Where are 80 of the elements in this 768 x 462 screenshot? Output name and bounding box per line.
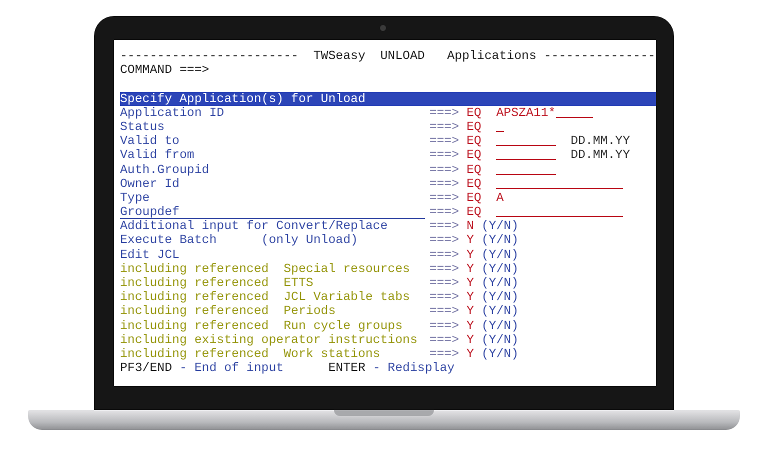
format-hint: (Y/N) — [481, 219, 519, 234]
section-title-bar: Specify Application(s) for Unload — [120, 92, 656, 106]
format-hint: (Y/N) — [481, 290, 519, 304]
prompt-arrow: ===> — [429, 205, 460, 220]
prompt-arrow: ===> — [429, 248, 460, 262]
field-label: Valid to — [120, 134, 180, 148]
prompt-arrow: ===> — [429, 318, 460, 333]
function-key: ENTER — [328, 361, 366, 376]
option-label: including referenced Special resources — [120, 262, 411, 276]
operator-text: EQ — [466, 190, 482, 206]
option-value[interactable]: Y — [466, 262, 474, 276]
option-value[interactable]: Y — [466, 290, 474, 304]
function-title: UNLOAD — [380, 49, 425, 64]
operator-text: EQ — [466, 120, 482, 134]
option-label: including referenced JCL Variable tabs — [120, 290, 411, 304]
option-label: including referenced Run cycle groups — [120, 318, 404, 333]
option-label: Execute Batch (only Unload) — [120, 233, 359, 248]
field-label: Status — [120, 120, 166, 134]
prompt-arrow: ===> — [429, 233, 460, 248]
field-label: Auth.Groupid — [120, 162, 210, 177]
format-hint: (Y/N) — [481, 318, 519, 333]
operator-text: EQ — [466, 162, 482, 177]
function-key-action: - Redisplay — [372, 361, 455, 376]
function-key: PF3/END — [120, 361, 172, 376]
option-label: including referenced ETTS — [120, 276, 314, 290]
format-hint: DD.MM.YY — [570, 134, 630, 148]
prompt-arrow: ===> — [429, 162, 460, 177]
dash-rule: ------------------------ — [120, 49, 298, 64]
format-hint: (Y/N) — [481, 248, 519, 262]
prompt-arrow: ===> — [429, 332, 460, 347]
option-value[interactable]: Y — [466, 332, 474, 347]
input-field[interactable]: A — [496, 190, 504, 206]
option-label: including referenced Periods — [120, 304, 337, 319]
format-hint: (Y/N) — [481, 346, 519, 362]
prompt-arrow: ===> — [429, 176, 460, 191]
option-label: including referenced Work stations — [120, 346, 382, 362]
prompt-arrow: ===> — [429, 106, 460, 120]
option-label: Additional input for Convert/Replace — [120, 219, 389, 234]
field-label: Groupdef — [120, 205, 180, 220]
operator-text: EQ — [466, 148, 482, 162]
format-hint: (Y/N) — [481, 233, 519, 248]
option-value[interactable]: Y — [466, 276, 474, 290]
option-value[interactable]: Y — [466, 304, 474, 319]
input-field[interactable]: APSZA11* — [496, 106, 593, 120]
object-title: Applications — [447, 49, 536, 64]
function-key-action: - End of input — [179, 361, 284, 376]
option-label: Edit JCL — [120, 248, 180, 262]
prompt-arrow: ===> — [429, 190, 460, 206]
camera-icon — [380, 25, 386, 31]
field-label: Owner Id — [120, 176, 180, 191]
format-hint: (Y/N) — [481, 276, 519, 290]
format-hint: (Y/N) — [481, 304, 519, 319]
prompt-arrow: ===> — [429, 219, 460, 234]
format-hint: DD.MM.YY — [570, 148, 630, 162]
format-hint: (Y/N) — [481, 262, 519, 276]
option-value[interactable]: Y — [466, 318, 474, 333]
operator-text: EQ — [466, 205, 482, 220]
field-label: Application ID — [120, 106, 226, 120]
format-hint: (Y/N) — [481, 332, 519, 347]
option-label: including existing operator instructions — [120, 332, 418, 347]
option-value[interactable]: Y — [466, 346, 474, 362]
prompt-arrow: ===> — [429, 276, 460, 290]
operator-text: EQ — [466, 134, 482, 148]
option-value[interactable]: N — [466, 219, 474, 234]
prompt-arrow: ===> — [429, 304, 460, 319]
operator-text: EQ — [466, 106, 482, 120]
prompt-arrow: ===> — [429, 290, 460, 304]
prompt-arrow: ===> — [429, 120, 460, 134]
dash-rule: --------------- — [544, 49, 656, 64]
command-prompt: COMMAND ===> — [120, 63, 210, 78]
operator-text: EQ — [466, 176, 482, 191]
prompt-arrow: ===> — [429, 346, 460, 362]
option-value[interactable]: Y — [466, 233, 474, 248]
prompt-arrow: ===> — [429, 262, 460, 276]
field-label: Type — [120, 190, 151, 206]
option-value[interactable]: Y — [466, 248, 474, 262]
field-label: Valid from — [120, 148, 196, 162]
product-title: TWSeasy — [313, 49, 366, 64]
prompt-arrow: ===> — [429, 148, 460, 162]
prompt-arrow: ===> — [429, 134, 460, 148]
